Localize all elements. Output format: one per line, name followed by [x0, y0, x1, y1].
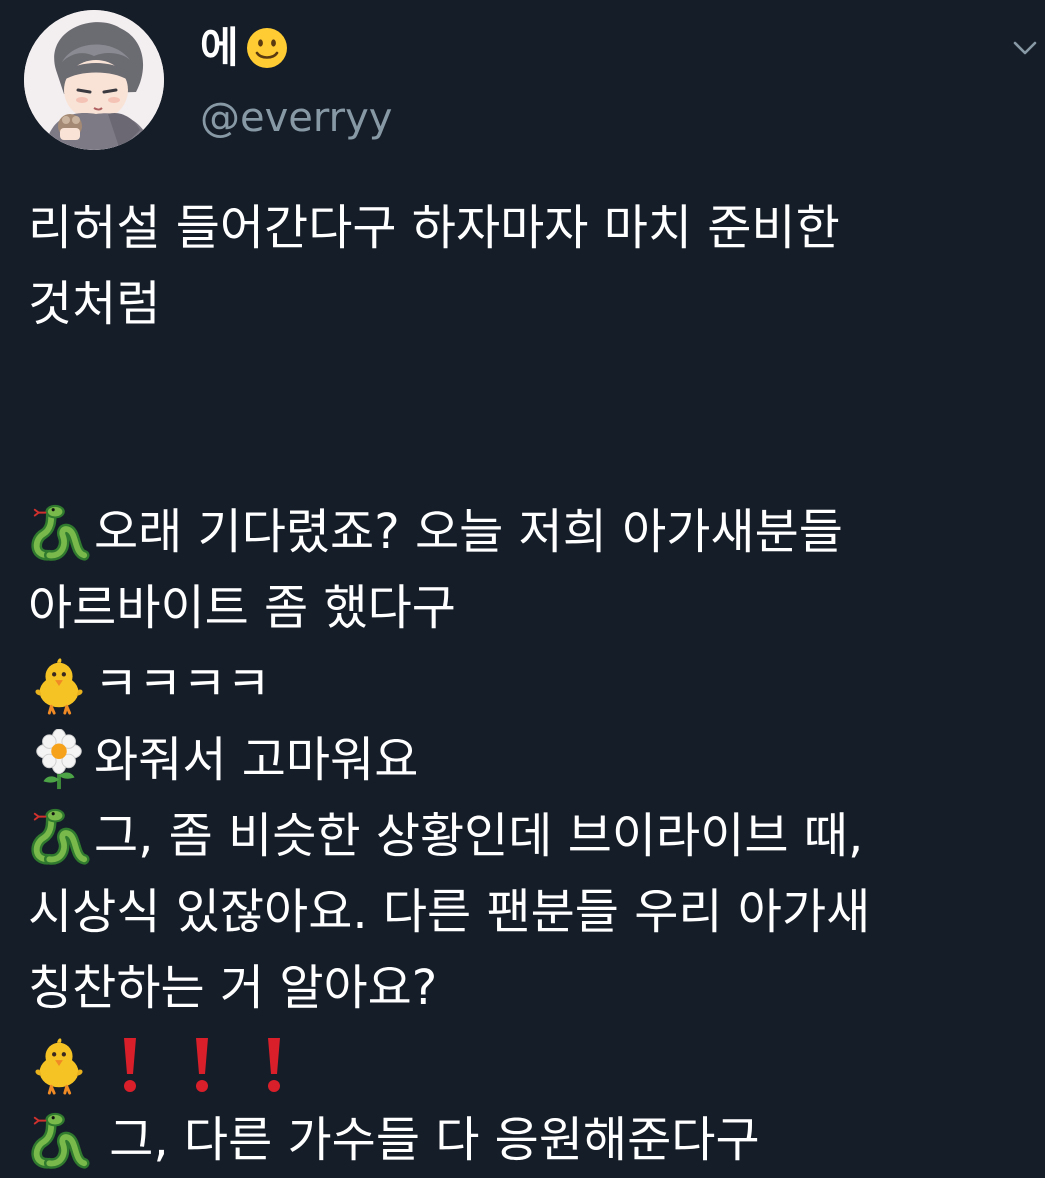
tweet-line-text: ㅋㅋㅋㅋ	[94, 656, 271, 712]
tweet-line-text: 칭찬하는 거 알아요?	[28, 960, 438, 1016]
tweet-line-text: 그, 좀 비슷한 상황인데 브이라이브 때,	[94, 808, 864, 864]
tweet-line: 그, 다른 가수들 다 응원해준다구	[28, 1102, 1033, 1178]
tweet-line-text: 오래 기다렸죠? 오늘 저희 아가새분들	[94, 504, 843, 560]
tweet-line: 리허설 들어간다구 하자마자 마치 준비한	[28, 190, 1033, 266]
chevron-down-icon[interactable]	[1012, 38, 1038, 58]
snake-icon	[28, 1109, 90, 1171]
tweet-line-text: 아르바이트 좀 했다구	[28, 580, 456, 636]
blossom-icon	[28, 729, 90, 791]
tweet-line: 시상식 있잖아요. 다른 팬분들 우리 아가새	[28, 874, 1033, 950]
tweet-line-text: 와줘서 고마워요	[94, 732, 419, 788]
tweet-line: 와줘서 고마워요	[28, 722, 1033, 798]
baby-chick-icon	[28, 1033, 90, 1095]
red-exclamation-icon	[120, 1034, 140, 1094]
tweet-line: 칭찬하는 거 알아요?	[28, 950, 1033, 1026]
avatar[interactable]	[24, 10, 164, 150]
user-handle[interactable]: @everryy	[200, 92, 392, 144]
tweet-line: ㅋㅋㅋㅋ	[28, 646, 1033, 722]
tweet-line-text: 그, 다른 가수들 다 응원해준다구	[94, 1112, 760, 1168]
tweet-text: 리허설 들어간다구 하자마자 마치 준비한 것처럼 오래 기다렸죠? 오늘 저희…	[28, 190, 1033, 1178]
snake-icon	[28, 501, 90, 563]
tweet-line: 그, 좀 비슷한 상황인데 브이라이브 때,	[28, 798, 1033, 874]
snake-icon	[28, 805, 90, 867]
tweet-line: 것처럼	[28, 266, 1033, 342]
tweet-line-text: 것처럼	[28, 276, 161, 332]
tweet-line: 오래 기다렸죠? 오늘 저희 아가새분들	[28, 494, 1033, 570]
red-exclamation-icon	[264, 1034, 284, 1094]
tweet-line-text: 리허설 들어간다구 하자마자 마치 준비한	[28, 200, 840, 256]
tweet-line	[28, 1026, 1033, 1102]
display-name-text: 에	[200, 23, 239, 72]
slightly-smiling-face-icon	[246, 28, 287, 68]
red-exclamation-icon	[192, 1034, 212, 1094]
tweet-line: 아르바이트 좀 했다구	[28, 570, 1033, 646]
baby-chick-icon	[28, 653, 90, 715]
display-name[interactable]: 에	[200, 20, 289, 76]
tweet-line-text: 시상식 있잖아요. 다른 팬분들 우리 아가새	[28, 884, 871, 940]
